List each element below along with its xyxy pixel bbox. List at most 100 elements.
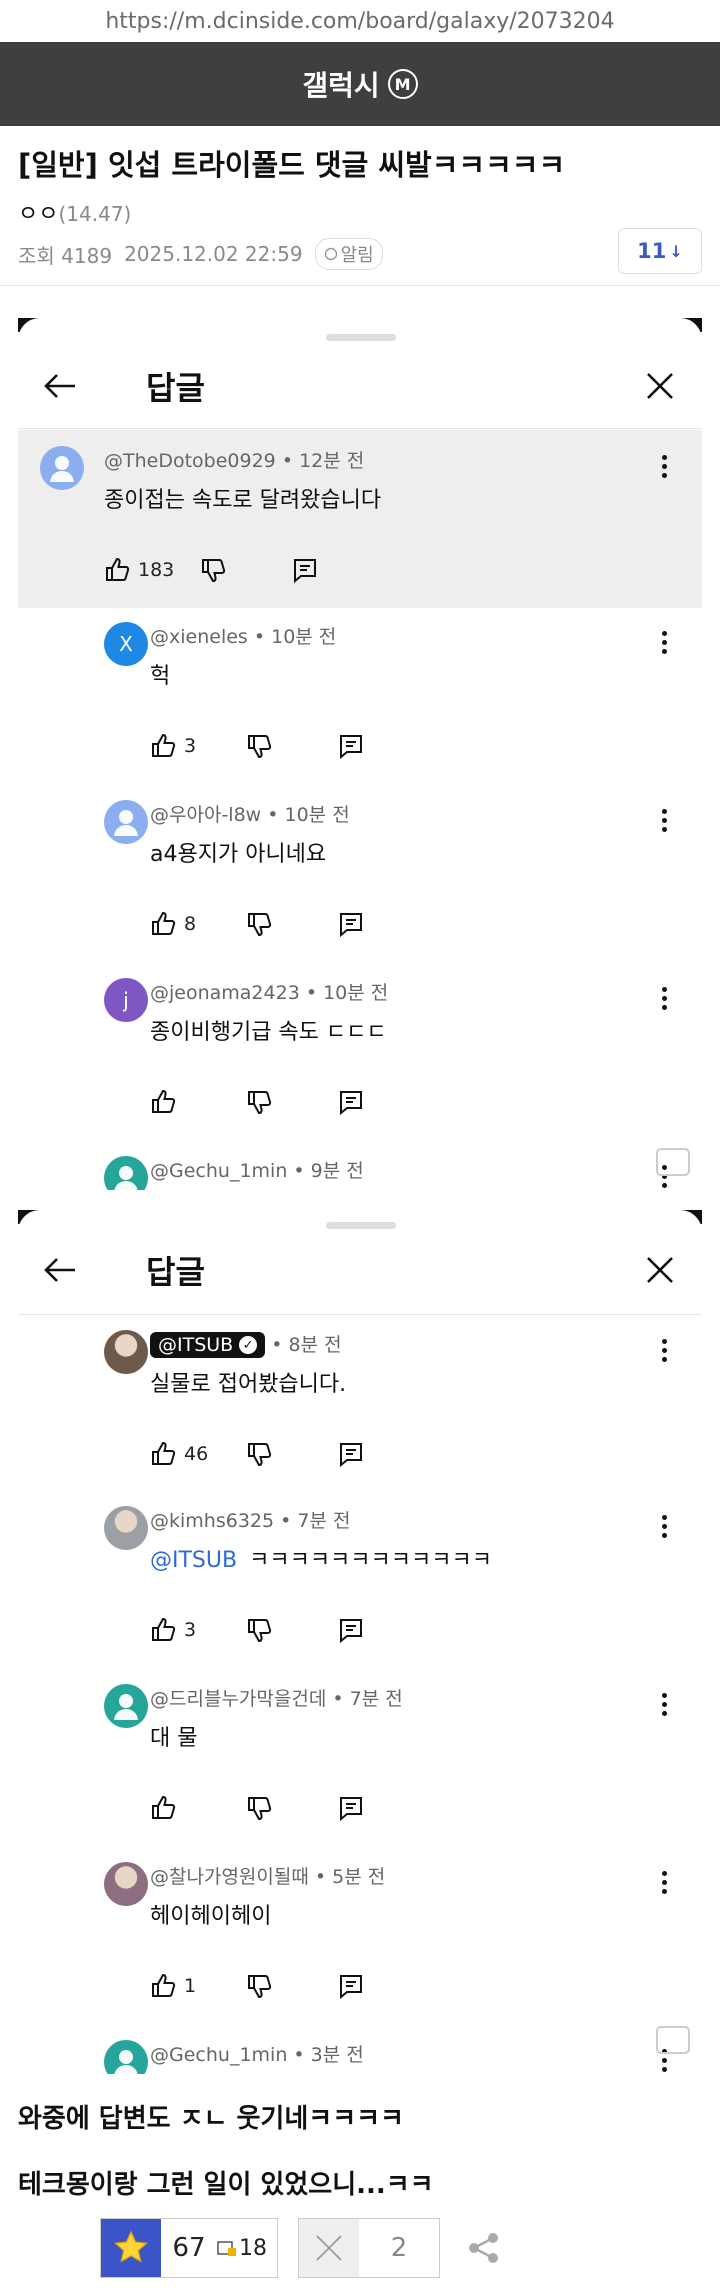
reply-button[interactable]: [338, 1617, 364, 1643]
sheet-handle[interactable]: [326, 334, 396, 341]
non-recommend-button[interactable]: [299, 2219, 359, 2277]
comment-count: 11: [637, 239, 667, 263]
like-button[interactable]: 3: [150, 733, 246, 759]
reply-button[interactable]: [338, 1795, 364, 1821]
like-button[interactable]: [150, 1795, 246, 1821]
close-button[interactable]: [640, 1250, 680, 1290]
chat-bubble-icon[interactable]: [656, 1148, 690, 1176]
share-button[interactable]: [460, 2224, 508, 2272]
comment-text: 종이비행기급 속도 ㄷㄷㄷ: [150, 1014, 387, 1046]
comment-count-button[interactable]: 11 ↓: [618, 228, 702, 274]
reply-icon: [294, 559, 316, 583]
like-button[interactable]: 183: [104, 557, 200, 583]
recommend-count: 67: [172, 2233, 206, 2263]
comment-user[interactable]: @찰나가영원이될때: [150, 1866, 309, 1888]
avatar[interactable]: X: [104, 622, 148, 666]
sheet-header: 답글: [18, 346, 702, 426]
more-options-button[interactable]: [654, 624, 674, 660]
vote-bar: 67 18 2: [100, 2218, 508, 2278]
avatar[interactable]: [104, 1684, 148, 1728]
reply-icon: [340, 1797, 362, 1821]
comment-user[interactable]: @드리블누가막을건데: [150, 1688, 326, 1710]
reply-button[interactable]: [338, 911, 364, 937]
dislike-button[interactable]: [246, 1089, 338, 1115]
like-button[interactable]: 8: [150, 911, 246, 937]
comment-time: 12분 전: [299, 450, 365, 472]
reply-comment: @kimhs6325 • 7분 전 @ITSUB ㅋㅋㅋㅋㅋㅋㅋㅋㅋㅋㅋㅋ 3: [18, 1490, 702, 1668]
back-button[interactable]: [40, 1250, 80, 1290]
address-bar[interactable]: https://m.dcinside.com/board/galaxy/2073…: [0, 0, 720, 42]
more-vert-icon: [661, 986, 667, 1010]
channel-owner-badge[interactable]: @ITSUB ✓: [150, 1332, 266, 1358]
verified-icon: ✓: [239, 1336, 258, 1354]
comment-text: 헉: [150, 658, 170, 690]
more-options-button[interactable]: [654, 1508, 674, 1544]
reply-button[interactable]: [338, 1089, 364, 1115]
dislike-button[interactable]: [200, 557, 292, 583]
reply-icon: [340, 735, 362, 759]
dislike-button[interactable]: [246, 1795, 338, 1821]
post-author[interactable]: ㅇㅇ(14.47): [18, 196, 131, 228]
like-button[interactable]: 3: [150, 1617, 246, 1643]
avatar[interactable]: [104, 1862, 148, 1906]
comment-time: 7분 전: [349, 1688, 403, 1710]
comment-user[interactable]: @Gechu_1min: [150, 1160, 287, 1182]
comment-body: 대 물: [150, 1726, 198, 1751]
comment-time: 8분 전: [288, 1334, 342, 1356]
more-vert-icon: [661, 454, 667, 478]
like-button[interactable]: 46: [150, 1441, 246, 1467]
more-options-button[interactable]: [654, 980, 674, 1016]
more-options-button[interactable]: [654, 448, 674, 484]
reply-button[interactable]: [292, 557, 318, 583]
dislike-button[interactable]: [246, 733, 338, 759]
more-options-button[interactable]: [654, 1686, 674, 1722]
comment-user[interactable]: @우아아-l8w: [150, 804, 261, 826]
avatar[interactable]: [40, 446, 84, 490]
reply-comment: @ITSUB ✓ • 8분 전 실물로 접어봤습니다. 46: [18, 1314, 702, 1490]
like-button[interactable]: [150, 1089, 246, 1115]
comment-user[interactable]: @jeonama2423: [150, 982, 300, 1004]
dislike-button[interactable]: [246, 1441, 338, 1467]
alarm-button[interactable]: 알림: [314, 238, 383, 270]
comment-header: @xieneles • 10분 전: [150, 626, 337, 648]
more-vert-icon: [661, 630, 667, 654]
avatar[interactable]: j: [104, 978, 148, 1022]
sheet-handle[interactable]: [326, 1222, 396, 1229]
gallery-name[interactable]: 갤럭시: [302, 64, 379, 104]
dislike-button[interactable]: [246, 1973, 338, 1999]
reply-button[interactable]: [338, 1441, 364, 1467]
avatar[interactable]: [104, 800, 148, 844]
more-vert-icon: [661, 1870, 667, 1894]
like-button[interactable]: 1: [150, 1973, 246, 1999]
more-options-button[interactable]: [654, 1864, 674, 1900]
dislike-button[interactable]: [246, 911, 338, 937]
reply-button[interactable]: [338, 733, 364, 759]
comment-time: 7분 전: [297, 1510, 351, 1532]
more-options-button[interactable]: [654, 1332, 674, 1368]
comment-user[interactable]: @xieneles: [150, 626, 248, 648]
reply-button[interactable]: [338, 1973, 364, 1999]
comment-user[interactable]: @TheDotobe0929: [104, 450, 276, 472]
dislike-button[interactable]: [246, 1617, 338, 1643]
comment-text: 실물로 접어봤습니다.: [150, 1366, 346, 1398]
back-button[interactable]: [40, 366, 80, 406]
thumbs-up-icon: [152, 733, 176, 757]
fixed-recommend: 18: [217, 2219, 277, 2277]
more-options-button[interactable]: [654, 802, 674, 838]
comment-mention[interactable]: @ITSUB: [150, 1548, 237, 1573]
avatar[interactable]: [104, 1506, 148, 1550]
comment-user[interactable]: @kimhs6325: [150, 1510, 274, 1532]
reply-sheet: 답글 @ITSUB ✓ • 8분 전 실물로 접어봤습니다. 46 @kimhs6325…: [18, 1210, 702, 2074]
avatar[interactable]: [104, 1330, 148, 1374]
close-button[interactable]: [640, 366, 680, 406]
avatar[interactable]: [104, 1156, 148, 1190]
view-count: 조회 4189: [18, 243, 113, 268]
more-vert-icon: [661, 1338, 667, 1362]
avatar[interactable]: [104, 2040, 148, 2074]
close-icon: [647, 1257, 673, 1283]
post-body-line-1: 와중에 답변도 ㅈㄴ 웃기네ㅋㅋㅋㅋ: [18, 2104, 404, 2134]
comment-user[interactable]: @Gechu_1min: [150, 2044, 287, 2066]
thumbs-down-icon: [248, 1619, 272, 1643]
recommend-button[interactable]: [101, 2219, 161, 2277]
chat-bubble-icon[interactable]: [656, 2026, 690, 2054]
